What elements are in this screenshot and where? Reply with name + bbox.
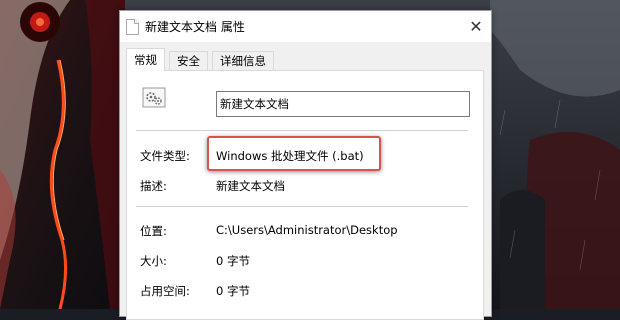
disk-size-value: 0 字节 [216, 284, 250, 298]
file-name-input[interactable]: 新建文本文档 [216, 91, 470, 117]
tab-general[interactable]: 常规 [126, 48, 165, 71]
separator [136, 206, 468, 207]
description-value: 新建文本文档 [216, 179, 285, 193]
properties-dialog: 新建文本文档 属性 ✕ 常规 安全 详细信息 新建文本文档 文件类型: Wind… [119, 10, 492, 320]
tab-details[interactable]: 详细信息 [212, 51, 274, 70]
disk-size-label: 占用空间: [140, 284, 190, 298]
file-type-value: Windows 批处理文件 (.bat) [216, 149, 364, 163]
tab-security[interactable]: 安全 [169, 51, 208, 70]
location-label: 位置: [140, 224, 167, 238]
close-button[interactable]: ✕ [461, 11, 491, 42]
window-title: 新建文本文档 属性 [145, 20, 245, 34]
location-value: C:\Users\Administrator\Desktop [216, 223, 398, 237]
gear-document-icon [142, 87, 166, 108]
separator [136, 130, 468, 131]
description-label: 描述: [140, 179, 167, 193]
size-value: 0 字节 [216, 254, 250, 268]
close-icon: ✕ [469, 17, 483, 36]
title-bar[interactable]: 新建文本文档 属性 ✕ [120, 11, 491, 42]
size-label: 大小: [140, 254, 167, 268]
file-type-label: 文件类型: [140, 149, 190, 163]
document-icon [126, 19, 139, 35]
